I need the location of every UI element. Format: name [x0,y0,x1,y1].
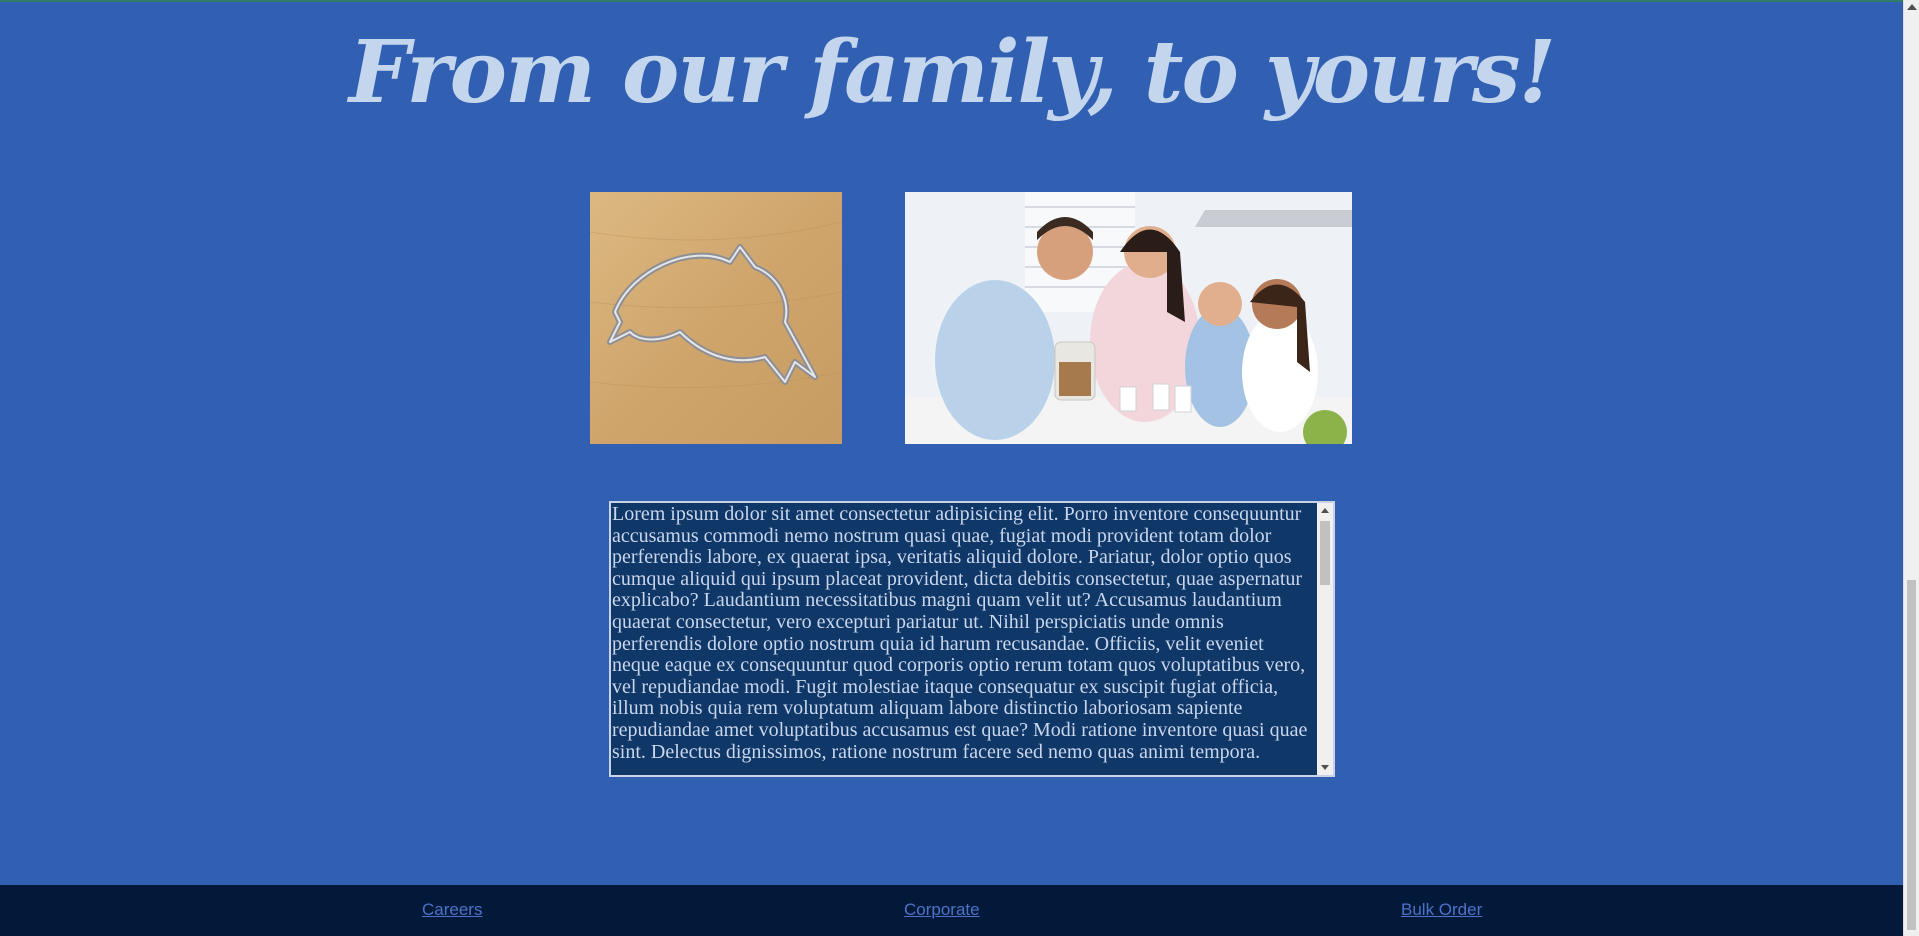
family-kitchen-illustration [905,192,1352,444]
footer-link-careers[interactable]: Careers [422,900,482,920]
text-area-scroll-thumb[interactable] [1320,521,1330,585]
page-headline: From our family, to yours! [348,22,1556,123]
page-scroll-thumb[interactable] [1907,580,1916,930]
footer-link-corporate[interactable]: Corporate [904,900,980,920]
page-scrollbar[interactable] [1903,0,1919,936]
story-text-area[interactable]: Lorem ipsum dolor sit amet consectetur a… [609,501,1335,777]
text-area-scrollbar[interactable] [1317,503,1333,775]
site-footer: Careers Corporate Bulk Order [0,885,1903,936]
story-text: Lorem ipsum dolor sit amet consectetur a… [612,503,1308,763]
page-scroll-up-icon[interactable] [1907,4,1917,10]
family-photo [905,192,1352,444]
scroll-down-arrow-icon[interactable] [1321,765,1329,770]
top-accent-line [0,0,1919,2]
cookie-cutter-image [590,192,842,444]
scroll-up-arrow-icon[interactable] [1321,508,1329,513]
footer-link-bulk-order[interactable]: Bulk Order [1401,900,1482,920]
fish-cookie-cutter-illustration [590,192,842,444]
